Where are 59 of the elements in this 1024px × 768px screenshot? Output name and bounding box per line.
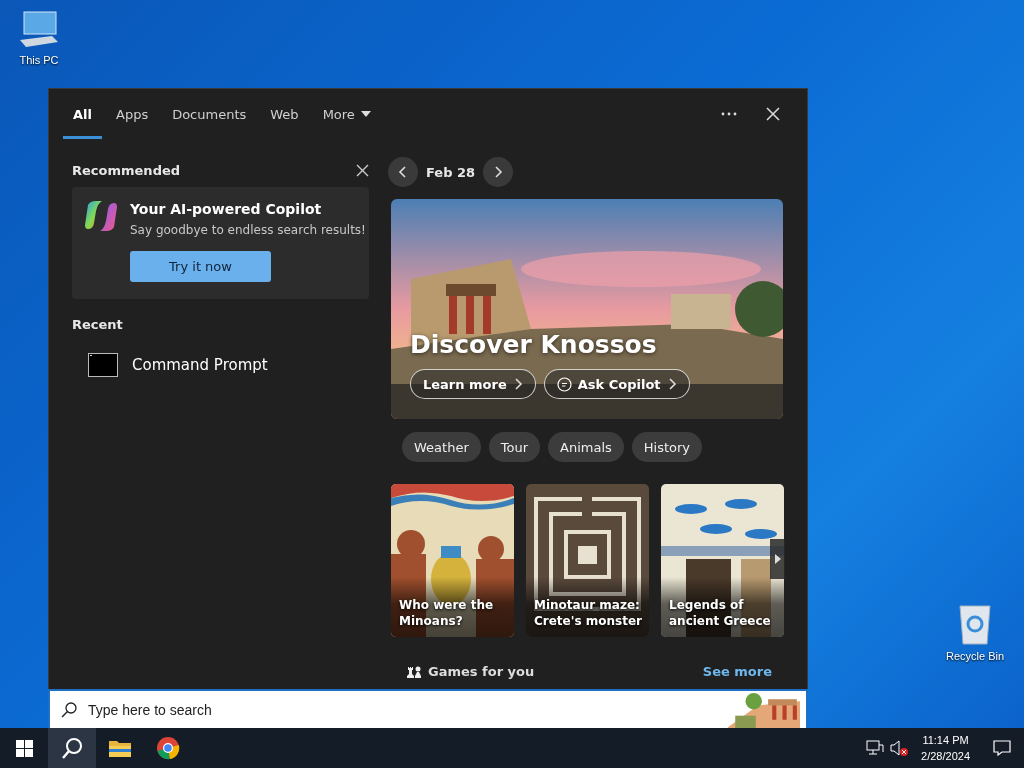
topic-chip[interactable]: Weather [402,432,481,462]
try-it-now-button[interactable]: Try it now [130,251,271,282]
browser-icon [156,736,180,760]
search-icon [60,700,78,719]
story-card[interactable]: Minotaur maze: Crete's monster [526,484,649,637]
hero-title: Discover Knossos [410,330,658,359]
chevron-right-icon [493,165,504,179]
see-more-link[interactable]: See more [702,663,772,679]
speech-bubble-icon [993,740,1011,756]
search-icon [60,736,84,760]
chevron-right-icon [666,377,677,391]
filter-tab[interactable]: More [312,89,381,139]
section-heading: Recent [72,317,124,332]
recycle-bin-icon [956,602,994,646]
card-title: Who were the Minoans? [391,577,514,637]
card-description: Say goodbye to endless search results! [130,223,366,237]
ellipsis-icon [721,112,737,116]
story-card[interactable]: Legends of ancient Greece [661,484,784,637]
card-title: Minotaur maze: Crete's monster [526,577,649,637]
games-heading: Games for you [428,663,536,679]
dismiss-button[interactable] [356,163,369,177]
computer-icon [18,10,60,50]
close-icon [766,107,780,121]
story-card[interactable]: Who were the Minoans? [391,484,514,637]
topic-chip[interactable]: History [631,432,703,462]
chevron-right-icon [512,377,523,391]
card-title: Legends of ancient Greece [661,577,784,637]
desktop-icon-label[interactable]: This PC [19,54,59,66]
filter-tab[interactable]: Apps [106,89,159,139]
clock-time[interactable]: 11:14 PM [922,732,969,748]
filter-tab[interactable]: Documents [162,89,257,139]
terminal-icon [88,353,118,377]
windows-logo-icon [15,739,33,757]
network-icon [866,740,885,756]
copilot-logo-icon [84,199,118,233]
taskbar-button[interactable] [48,728,96,768]
filter-tab[interactable]: All [63,89,102,139]
clock-date[interactable]: 2/28/2024 [921,748,970,764]
topic-chip[interactable]: Tour [488,432,541,462]
muted-speaker-icon [889,739,910,757]
date-label: Feb 28 [426,164,476,180]
ask-copilot-button[interactable]: Ask Copilot [543,369,690,399]
learn-more-button[interactable]: Learn more [410,369,536,399]
next-button[interactable] [483,157,514,187]
topic-chip[interactable]: Animals [548,432,624,462]
close-icon [356,163,369,177]
desktop-icon-label[interactable]: Recycle Bin [945,650,1005,662]
chevron-left-icon [398,165,408,179]
section-heading: Recommended [72,162,181,178]
filter-tab[interactable]: Web [260,89,309,139]
previous-button[interactable] [388,157,418,187]
scroll-right-button[interactable] [770,539,785,579]
folder-icon [108,738,132,758]
recent-item[interactable]: Command Prompt [132,356,268,374]
caret-down-icon [360,111,371,117]
play-arrow-icon [774,554,781,564]
search-box[interactable]: Type here to search [48,689,808,728]
card-title: Your AI-powered Copilot [130,201,322,217]
chat-icon [556,376,572,392]
